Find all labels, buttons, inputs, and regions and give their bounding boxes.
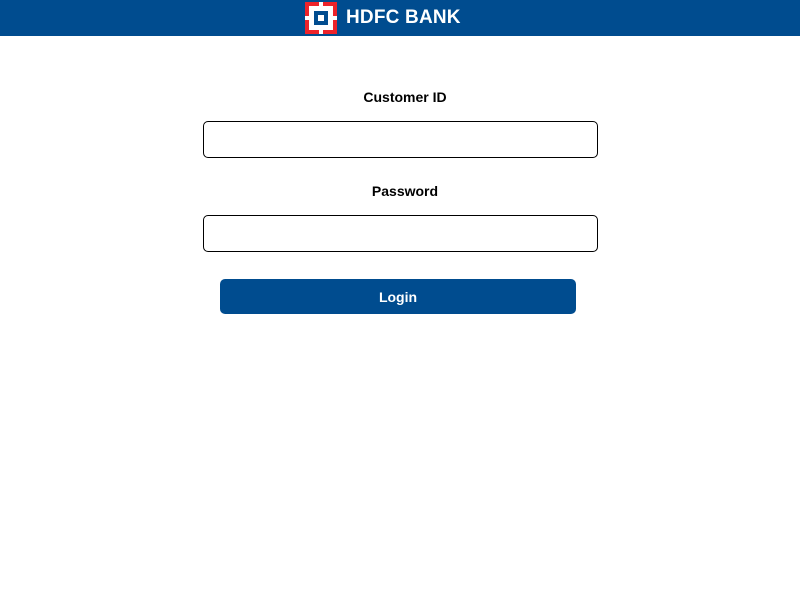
- customer-id-label: Customer ID: [363, 89, 447, 105]
- header-bar: HDFC BANK: [0, 0, 800, 36]
- brand-name: HDFC BANK: [346, 7, 461, 28]
- brand: HDFC BANK: [305, 2, 461, 34]
- login-button[interactable]: Login: [220, 279, 576, 314]
- customer-id-input[interactable]: [203, 121, 598, 158]
- password-input[interactable]: [203, 215, 598, 252]
- password-label: Password: [371, 183, 439, 199]
- hdfc-bank-logo-icon: [305, 2, 337, 34]
